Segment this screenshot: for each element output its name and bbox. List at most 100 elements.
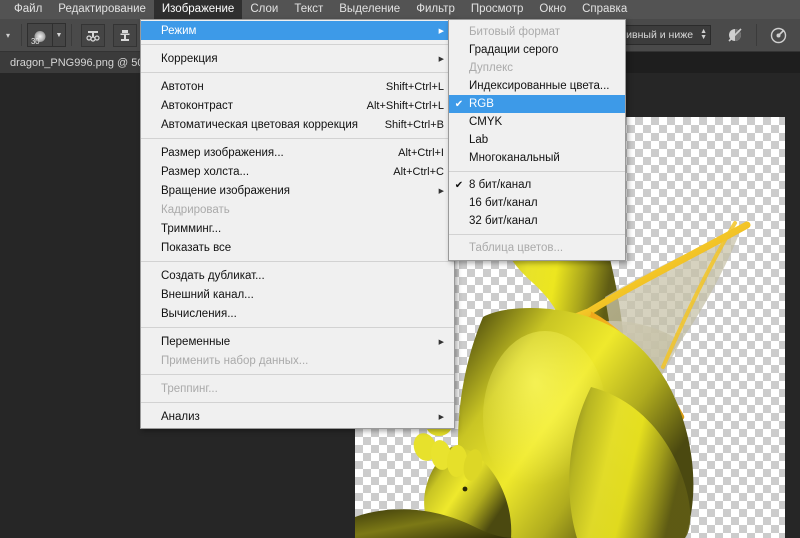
menu-item-label: Применить набор данных...	[161, 354, 309, 367]
menubar-item-2[interactable]: Изображение	[153, 0, 243, 19]
menubar-item-4[interactable]: Текст	[286, 0, 331, 19]
photoshop-window: Файл Редактирование Изображение Слои Текст Вы…	[0, 0, 800, 538]
menu-item-label: Коррекция	[161, 52, 218, 65]
menubar-item-7[interactable]: Просмотр	[463, 0, 532, 19]
menu-item-label: Внешний канал...	[161, 288, 254, 301]
menu-item-label: Показать все	[161, 241, 232, 254]
menu-item[interactable]: ✔ RGB	[449, 95, 625, 113]
ignore-adjustment-layers-icon[interactable]	[723, 24, 747, 47]
menu-item-label: Вращение изображения	[161, 184, 290, 197]
toolbar-left-chevron-icon[interactable]: ▾	[0, 31, 16, 40]
menu-item[interactable]: Вычисления...	[141, 304, 454, 323]
document-tab-label: dragon_PNG996.png @ 50%	[10, 56, 154, 69]
menubar-item-6[interactable]: Фильтр	[408, 0, 463, 19]
brush-size-control[interactable]: 30 ▼	[27, 23, 67, 47]
menu-item[interactable]: Размер изображения... Alt+Ctrl+I	[141, 143, 454, 162]
menu-item[interactable]: Автоматическая цветовая коррекция Shift+C…	[141, 115, 454, 134]
ignore-adjustment-glyph	[728, 28, 742, 42]
menu-item-label: Битовый формат	[469, 26, 561, 38]
airbrush-glyph	[770, 27, 786, 43]
menu-item-label: Градации серого	[469, 44, 559, 56]
menu-separator	[141, 327, 454, 328]
menu-item[interactable]: CMYK	[449, 113, 625, 131]
menu-item[interactable]: Индексированные цвета...	[449, 77, 625, 95]
submenu-arrow-icon: ▶	[438, 27, 444, 35]
menubar-item-9[interactable]: Справка	[574, 0, 635, 19]
menu-item-label: Анализ	[161, 410, 200, 423]
clone-stamp-glyph	[120, 29, 130, 41]
menu-item[interactable]: Автоконтраст Alt+Shift+Ctrl+L	[141, 96, 454, 115]
menu-separator	[141, 402, 454, 403]
menubar-item-0[interactable]: Файл	[6, 0, 50, 19]
menu-item-label: Тримминг...	[161, 222, 222, 235]
airbrush-icon[interactable]	[766, 24, 790, 47]
menubar-item-5[interactable]: Выделение	[331, 0, 408, 19]
menu-item[interactable]: Lab	[449, 131, 625, 149]
mode-submenu-dropdown: Битовый формат Градации серого Дуплекс Инде…	[448, 19, 626, 261]
menu-item[interactable]: Тримминг...	[141, 219, 454, 238]
menu-item[interactable]: Вращение изображения ▶	[141, 181, 454, 200]
toolbar-divider-3	[756, 24, 757, 46]
menu-item-check-icon: ✔	[454, 98, 464, 110]
menu-item-label: Автотон	[161, 80, 204, 93]
menu-item: Таблица цветов...	[449, 239, 625, 257]
menu-item-label: Переменные	[161, 335, 231, 348]
toolbar-divider	[21, 24, 23, 46]
brush-tip-icon[interactable]: 30	[27, 23, 54, 47]
menu-item[interactable]: 16 бит/канал	[449, 194, 625, 212]
menubar-item-8[interactable]: Окно	[531, 0, 574, 19]
menu-item-label: 8 бит/канал	[469, 179, 532, 191]
menu-item: Кадрировать	[141, 200, 454, 219]
menu-separator	[141, 374, 454, 375]
menu-item[interactable]: ✔ 8 бит/канал	[449, 176, 625, 194]
menu-item: Треппинг...	[141, 379, 454, 398]
menu-separator	[449, 234, 625, 235]
menu-item-shortcut: Shift+Ctrl+L	[385, 80, 444, 93]
menu-separator	[141, 72, 454, 73]
menu-item[interactable]: Внешний канал...	[141, 285, 454, 304]
menu-item-label: Автоконтраст	[161, 99, 234, 112]
menu-item-label: 32 бит/канал	[469, 215, 538, 227]
menu-separator	[141, 261, 454, 262]
menu-item[interactable]: 32 бит/канал	[449, 212, 625, 230]
menu-item[interactable]: Анализ ▶	[141, 407, 454, 426]
menu-item-label: Кадрировать	[161, 203, 230, 216]
menu-item-label: Треппинг...	[161, 382, 218, 395]
menu-separator	[141, 44, 454, 45]
menu-item-label: RGB	[469, 98, 494, 110]
spinner-updown-icon[interactable]: ▲ ▼	[700, 28, 707, 41]
clone-stamp-icon[interactable]	[113, 23, 138, 47]
menu-item-label: Многоканальный	[469, 152, 560, 164]
menu-item-label: Создать дубликат...	[161, 269, 265, 282]
menu-item[interactable]: Коррекция ▶	[141, 49, 454, 68]
menubar-item-3[interactable]: Слои	[242, 0, 286, 19]
menu-item[interactable]: Показать все	[141, 238, 454, 257]
menu-item-label: 16 бит/канал	[469, 197, 538, 209]
menu-item: Дуплекс	[449, 59, 625, 77]
submenu-arrow-icon: ▶	[438, 187, 444, 195]
tool-preset-icon[interactable]	[81, 23, 106, 47]
menu-item[interactable]: Переменные ▶	[141, 332, 454, 351]
menu-item[interactable]: Автотон Shift+Ctrl+L	[141, 77, 454, 96]
submenu-arrow-icon: ▶	[438, 413, 444, 421]
menu-item[interactable]: Создать дубликат...	[141, 266, 454, 285]
submenu-arrow-icon: ▶	[438, 55, 444, 63]
menu-item[interactable]: Градации серого	[449, 41, 625, 59]
menu-item-label: CMYK	[469, 116, 503, 128]
brush-size-value: 30	[31, 37, 40, 46]
menu-item-label: Режим	[161, 24, 197, 37]
menu-item-label: Размер изображения...	[161, 146, 284, 159]
menu-item-check-icon: ✔	[454, 179, 464, 191]
menu-item-label: Размер холста...	[161, 165, 250, 178]
menubar-item-1[interactable]: Редактирование	[50, 0, 154, 19]
menu-separator	[141, 138, 454, 139]
menu-separator	[449, 171, 625, 172]
menu-item[interactable]: Многоканальный	[449, 149, 625, 167]
brush-dropdown-chevron-icon[interactable]: ▼	[53, 23, 67, 47]
menu-item-label: Lab	[469, 134, 489, 146]
menu-item-shortcut: Alt+Shift+Ctrl+L	[366, 99, 444, 112]
menu-item[interactable]: Режим ▶	[141, 21, 454, 40]
menu-item: Битовый формат	[449, 23, 625, 41]
menu-item[interactable]: Размер холста... Alt+Ctrl+C	[141, 162, 454, 181]
menu-item-label: Дуплекс	[469, 62, 514, 74]
